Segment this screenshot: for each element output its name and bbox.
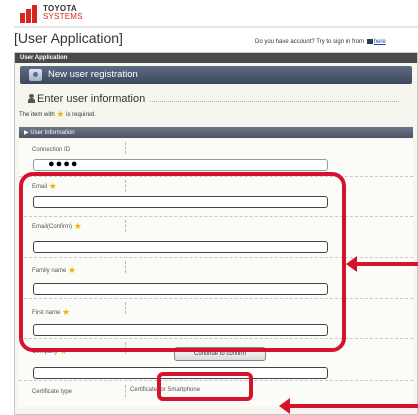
certificate-type-label: Certificate type [32, 389, 73, 395]
connection-id-field[interactable]: ●●●● [33, 159, 328, 171]
section-divider [150, 101, 399, 102]
toyota-systems-logo: TOYOTA SYSTEMS [20, 3, 100, 25]
top-divider [14, 26, 418, 28]
page-title: [User Application] [14, 30, 123, 46]
required-note-after: is required. [66, 112, 96, 118]
logo-mark [20, 5, 40, 23]
person-icon [28, 94, 35, 103]
registration-icon [29, 69, 42, 81]
registration-title: New user registration [48, 69, 138, 80]
button-highlight-box [157, 372, 253, 401]
logo-text: TOYOTA SYSTEMS [43, 5, 83, 21]
signin-prompt: Do you have account? Try to sign in from… [255, 39, 386, 45]
column-separator [125, 142, 126, 154]
required-star-icon: ★ [56, 109, 65, 119]
user-information-header: ▶ User Information [19, 127, 413, 138]
form-pointer-arrow [346, 256, 418, 272]
column-separator [125, 385, 126, 397]
required-note-before: The item with [19, 112, 55, 118]
section-title: Enter user information [28, 93, 145, 105]
signin-here-link[interactable]: here [374, 39, 386, 45]
signin-text: Do you have account? Try to sign in from [255, 39, 365, 46]
button-pointer-arrow [279, 398, 418, 414]
section-title-text: Enter user information [37, 93, 146, 105]
window-title: User Application [15, 53, 417, 63]
form-highlight-box [19, 172, 346, 352]
logo-line2: SYSTEMS [43, 12, 83, 21]
registration-header: New user registration [20, 66, 412, 84]
connection-id-label: Connection ID [32, 147, 71, 153]
required-note: The item with ★ is required. [19, 109, 96, 119]
link-box-icon [366, 39, 373, 44]
